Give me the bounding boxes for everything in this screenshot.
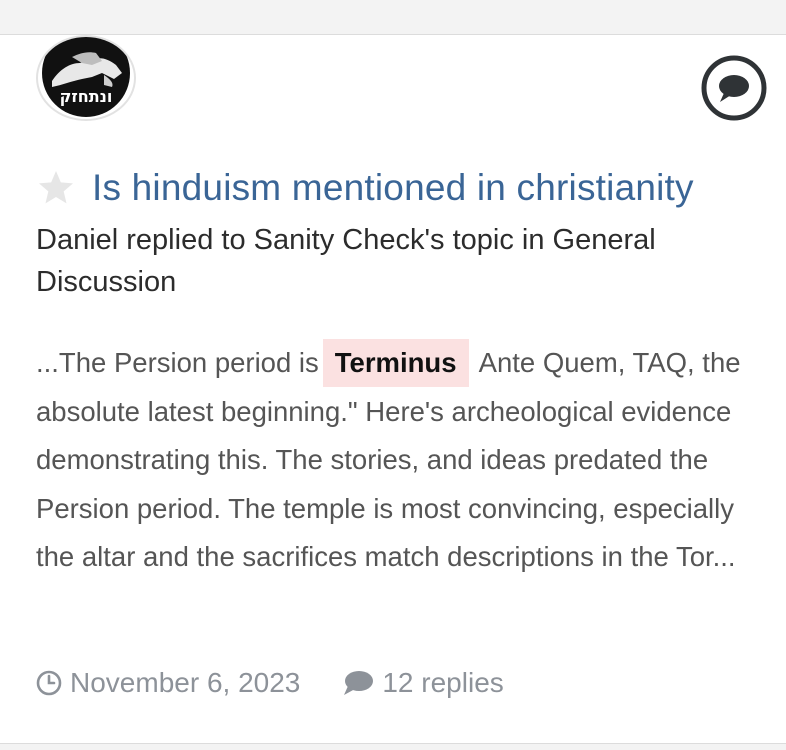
post-meta: November 6, 2023 12 replies <box>36 667 504 699</box>
post-replies[interactable]: 12 replies <box>342 667 504 699</box>
avatar-caption: ונתחזק <box>59 87 113 106</box>
post-date: November 6, 2023 <box>36 667 300 699</box>
post-replies-text: 12 replies <box>382 667 504 698</box>
title-row: Is hinduism mentioned in christianity <box>36 167 694 209</box>
clock-icon <box>36 670 62 696</box>
activity-byline: Daniel replied to Sanity Check's topic i… <box>36 224 656 298</box>
post-snippet: ...The Persion period is Terminus Ante Qu… <box>36 339 776 582</box>
topic-title-link[interactable]: Is hinduism mentioned in christianity <box>92 167 694 209</box>
snippet-before: ...The Persion period is <box>36 347 319 378</box>
search-highlight: Terminus <box>322 339 469 387</box>
avatar[interactable]: ונתחזק <box>36 35 136 121</box>
comment-bubble-icon <box>701 55 767 121</box>
avatar-image: ונתחזק <box>42 37 130 117</box>
star-icon[interactable] <box>36 168 76 208</box>
speech-bubble-icon <box>344 671 374 695</box>
activity-card: ונתחזק Is hinduism mentioned in christia… <box>0 34 786 744</box>
post-date-text[interactable]: November 6, 2023 <box>70 667 300 699</box>
